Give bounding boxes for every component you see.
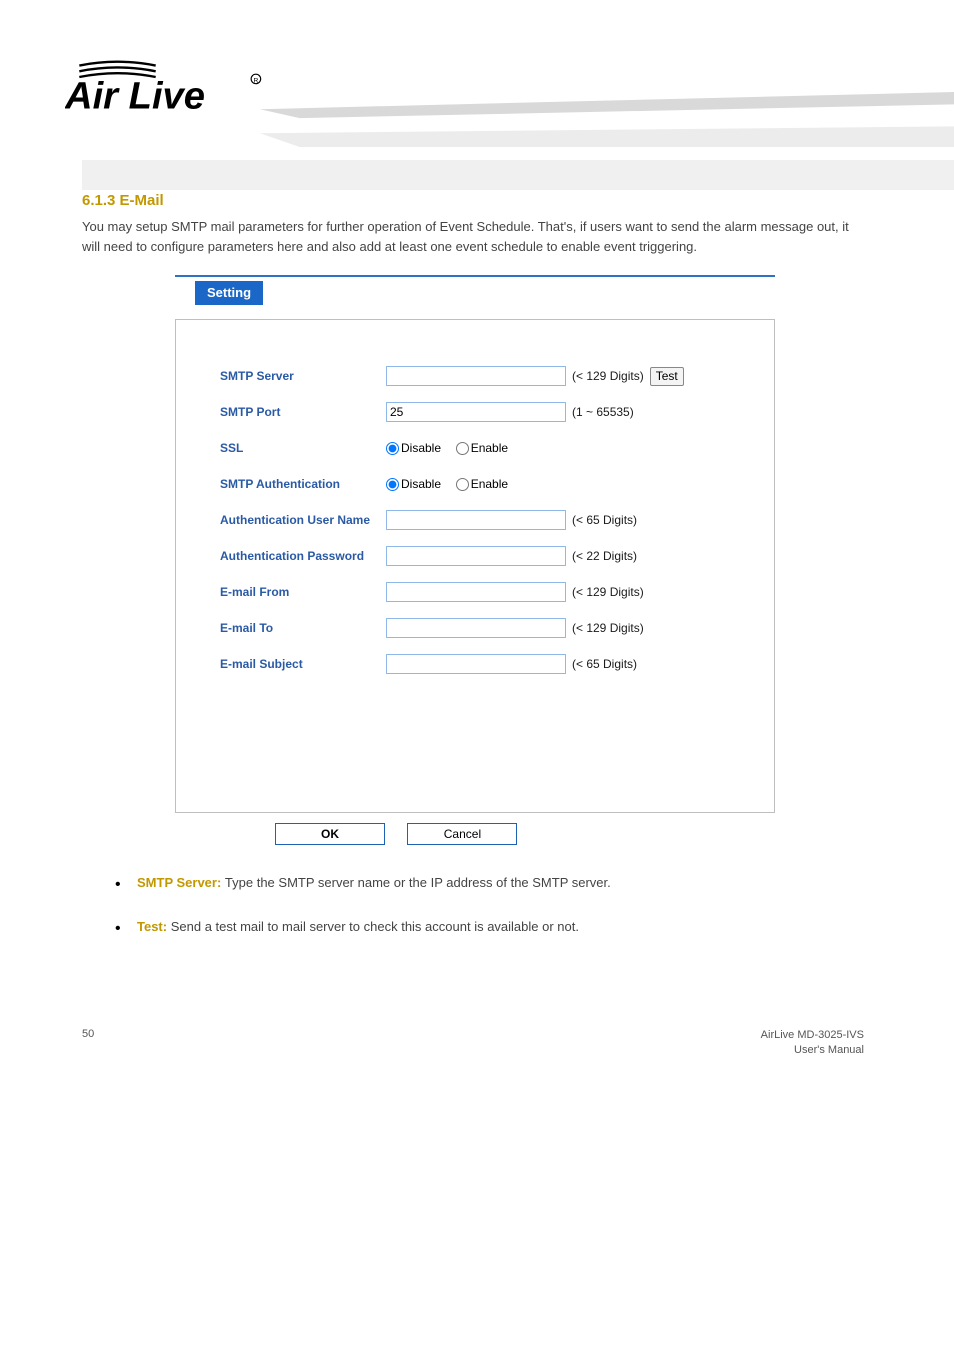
bullet-smtp-server: SMTP Server: Type the SMTP server name o… — [115, 873, 834, 893]
sub-header-band — [82, 160, 954, 190]
section-heading: 6.1.3 E-Mail — [82, 192, 954, 209]
airlive-logo: Air Live R — [65, 56, 275, 126]
ssl-disable-radio[interactable] — [386, 442, 399, 455]
svg-text:R: R — [253, 78, 258, 85]
label-email-to: E-mail To — [196, 621, 386, 635]
hint-smtp-port: (1 ~ 65535) — [572, 405, 634, 419]
hint-email-subj: (< 65 Digits) — [572, 657, 637, 671]
panel-top-rule — [175, 275, 775, 277]
label-smtp-server: SMTP Server — [196, 369, 386, 383]
label-email-subj: E-mail Subject — [196, 657, 386, 671]
cancel-button[interactable]: Cancel — [407, 823, 517, 845]
email-from-input[interactable] — [386, 582, 566, 602]
bullet-list: SMTP Server: Type the SMTP server name o… — [115, 873, 834, 937]
header-decor — [260, 92, 954, 147]
label-email-from: E-mail From — [196, 585, 386, 599]
section-description: You may setup SMTP mail parameters for f… — [82, 217, 854, 257]
page-number: 50 — [82, 1028, 94, 1059]
footer-product: AirLive MD-3025-IVS User's Manual — [761, 1028, 864, 1059]
ssl-enable-radio[interactable] — [456, 442, 469, 455]
label-smtp-auth: SMTP Authentication — [196, 477, 386, 491]
settings-panel: SMTP Server (< 129 Digits) Test SMTP Por… — [175, 319, 775, 813]
svg-text:Air Live: Air Live — [65, 74, 205, 117]
auth-disable-option[interactable]: Disable — [386, 477, 441, 491]
label-smtp-port: SMTP Port — [196, 405, 386, 419]
label-auth-user: Authentication User Name — [196, 513, 386, 527]
hint-auth-pass: (< 22 Digits) — [572, 549, 637, 563]
bullet-test: Test: Send a test mail to mail server to… — [115, 917, 834, 937]
ok-button[interactable]: OK — [275, 823, 385, 845]
hint-email-from: (< 129 Digits) — [572, 585, 644, 599]
test-button[interactable]: Test — [650, 367, 684, 386]
auth-user-input[interactable] — [386, 510, 566, 530]
auth-enable-option[interactable]: Enable — [456, 477, 508, 491]
auth-pass-input[interactable] — [386, 546, 566, 566]
auth-enable-radio[interactable] — [456, 478, 469, 491]
smtp-port-input[interactable] — [386, 402, 566, 422]
hint-smtp-server: (< 129 Digits) — [572, 369, 644, 383]
email-to-input[interactable] — [386, 618, 566, 638]
tab-setting[interactable]: Setting — [195, 281, 263, 305]
label-ssl: SSL — [196, 441, 386, 455]
auth-disable-radio[interactable] — [386, 478, 399, 491]
smtp-server-input[interactable] — [386, 366, 566, 386]
ssl-disable-option[interactable]: Disable — [386, 441, 441, 455]
email-subject-input[interactable] — [386, 654, 566, 674]
ssl-enable-option[interactable]: Enable — [456, 441, 508, 455]
hint-auth-user: (< 65 Digits) — [572, 513, 637, 527]
label-auth-pass: Authentication Password — [196, 549, 386, 563]
hint-email-to: (< 129 Digits) — [572, 621, 644, 635]
